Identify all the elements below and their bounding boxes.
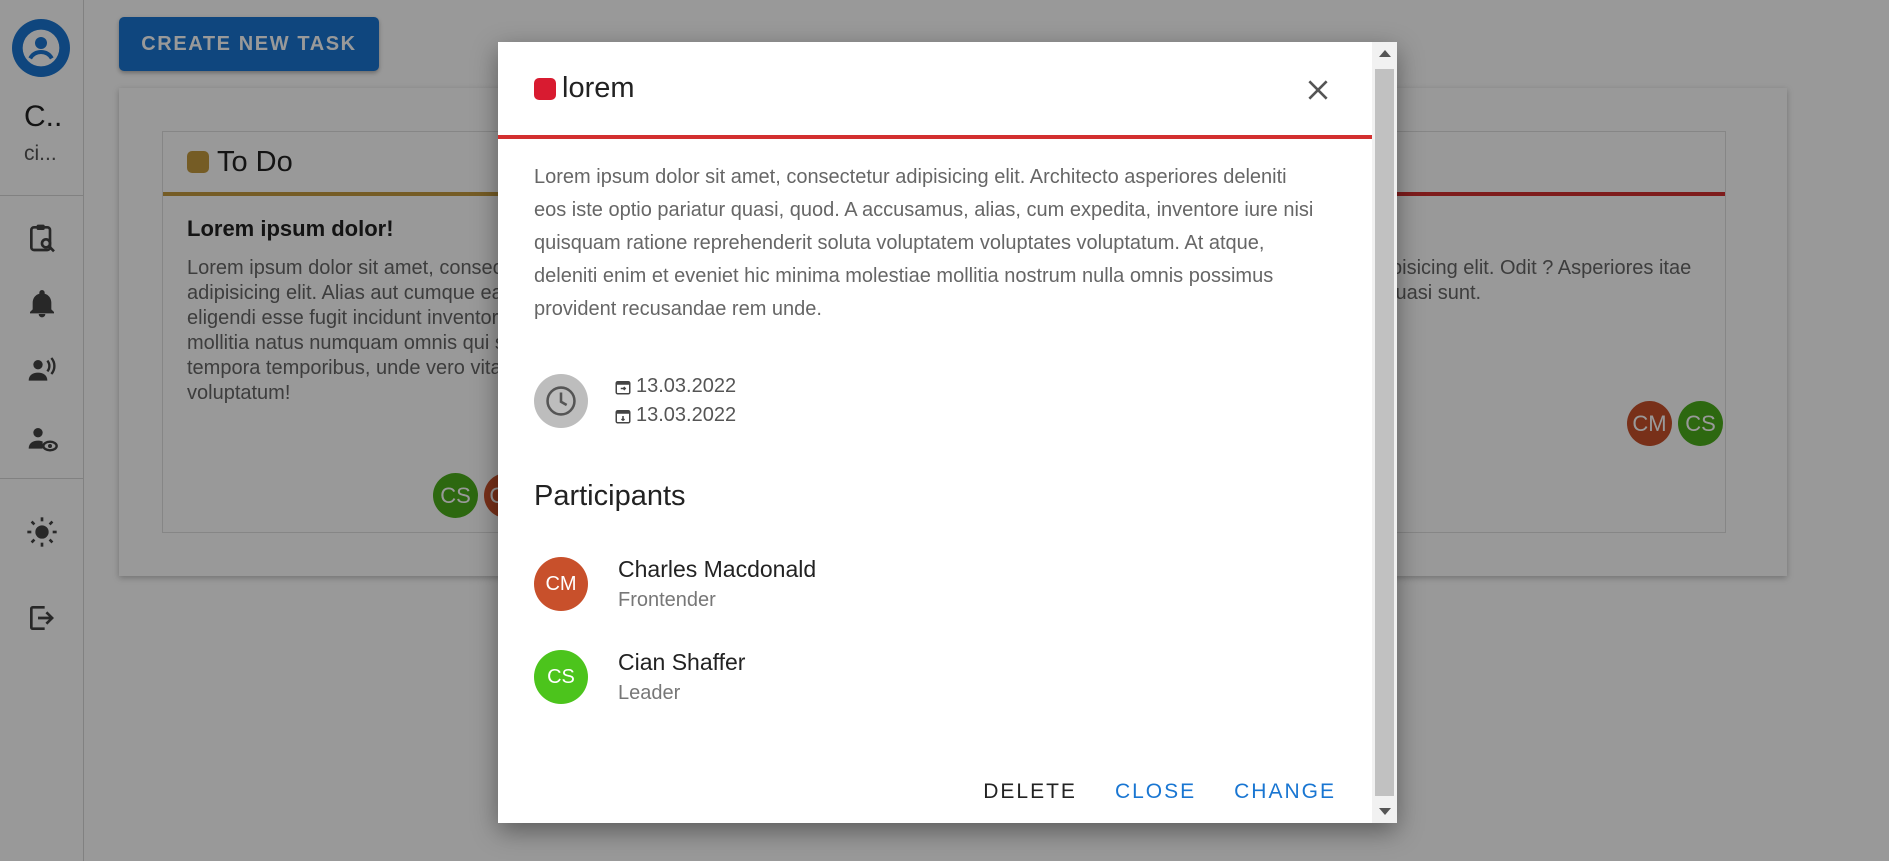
task-dates: 13.03.2022 13.03.2022: [534, 372, 736, 430]
close-button[interactable]: CLOSE: [1115, 780, 1196, 804]
start-date: 13.03.2022: [614, 372, 736, 401]
start-date-text: 13.03.2022: [636, 375, 737, 397]
task-dialog: lorem Lorem ipsum dolor sit amet, consec…: [498, 42, 1397, 823]
participant-item: CS Cian Shaffer Leader: [534, 649, 745, 705]
calendar-end-icon: [615, 409, 631, 423]
dialog-title: lorem: [562, 72, 635, 104]
participant-avatar: CS: [534, 650, 588, 704]
participant-item: CM Charles Macdonald Frontender: [534, 556, 816, 612]
end-date-text: 13.03.2022: [636, 404, 737, 426]
dialog-scrollbar[interactable]: [1372, 42, 1397, 823]
close-icon[interactable]: [1300, 72, 1336, 108]
calendar-start-icon: [615, 380, 631, 394]
dialog-actions: DELETE CLOSE CHANGE: [983, 780, 1336, 804]
participant-name: Cian Shaffer: [618, 649, 746, 675]
change-button[interactable]: CHANGE: [1234, 780, 1336, 804]
task-description: Lorem ipsum dolor sit amet, consectetur …: [534, 166, 1314, 320]
scroll-up-icon[interactable]: [1379, 50, 1391, 57]
participant-name: Charles Macdonald: [618, 556, 817, 582]
participant-avatar: CM: [534, 557, 588, 611]
participant-role: Leader: [618, 682, 681, 704]
dialog-header: lorem: [498, 42, 1372, 139]
delete-button[interactable]: DELETE: [983, 780, 1077, 804]
task-color-chip: [534, 77, 556, 100]
participant-role: Frontender: [618, 589, 716, 611]
end-date: 13.03.2022: [614, 401, 736, 430]
scroll-thumb[interactable]: [1375, 69, 1394, 796]
participants-title: Participants: [534, 480, 686, 512]
scroll-down-icon[interactable]: [1379, 808, 1391, 815]
clock-icon: [534, 374, 588, 428]
